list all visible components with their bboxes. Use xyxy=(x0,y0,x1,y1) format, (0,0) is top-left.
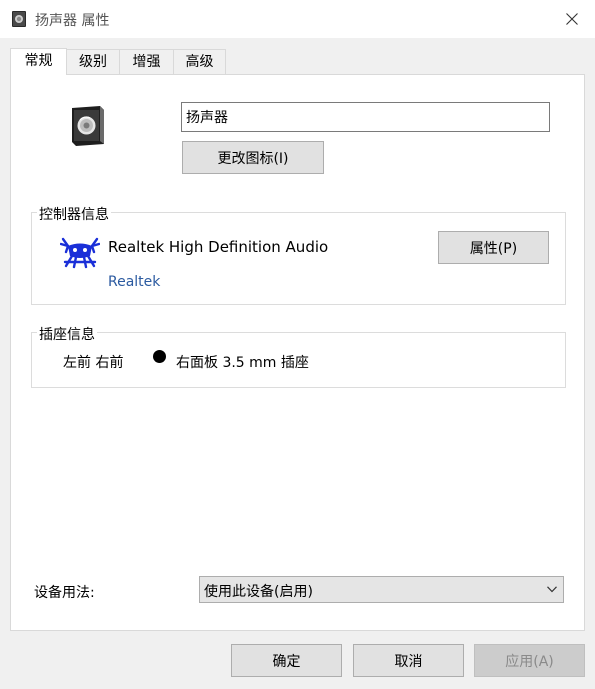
close-button[interactable] xyxy=(549,0,595,38)
speaker-icon xyxy=(12,11,26,27)
jack-description: 右面板 3.5 mm 插座 xyxy=(176,355,309,371)
realtek-logo-icon xyxy=(60,237,100,269)
change-icon-button[interactable]: 更改图标(I) xyxy=(182,141,324,174)
controller-device-name: Realtek High Definition Audio xyxy=(108,238,329,256)
jack-info-label: 插座信息 xyxy=(37,324,97,344)
tab-levels[interactable]: 级别 xyxy=(66,49,120,74)
window-title: 扬声器 属性 xyxy=(35,13,110,29)
title-bar: 扬声器 属性 xyxy=(0,0,595,38)
close-icon xyxy=(566,13,578,25)
device-usage-value: 使用此设备(启用) xyxy=(204,584,313,600)
cancel-button[interactable]: 取消 xyxy=(353,644,464,677)
speaker-icon xyxy=(72,106,104,146)
tab-advanced[interactable]: 高级 xyxy=(173,49,226,74)
ok-button[interactable]: 确定 xyxy=(231,644,342,677)
apply-button[interactable]: 应用(A) xyxy=(474,644,585,677)
tab-general[interactable]: 常规 xyxy=(10,48,67,75)
jack-color-dot xyxy=(153,350,166,363)
jack-position: 左前 右前 xyxy=(63,355,124,371)
device-name-input[interactable] xyxy=(181,102,550,132)
tab-enhancements[interactable]: 增强 xyxy=(119,49,174,74)
manufacturer-link[interactable]: Realtek xyxy=(108,274,160,290)
controller-properties-button[interactable]: 属性(P) xyxy=(438,231,549,264)
device-usage-label: 设备用法: xyxy=(34,585,95,601)
device-usage-select[interactable]: 使用此设备(启用) xyxy=(199,576,564,603)
controller-info-label: 控制器信息 xyxy=(37,204,111,224)
chevron-down-icon xyxy=(547,586,557,593)
